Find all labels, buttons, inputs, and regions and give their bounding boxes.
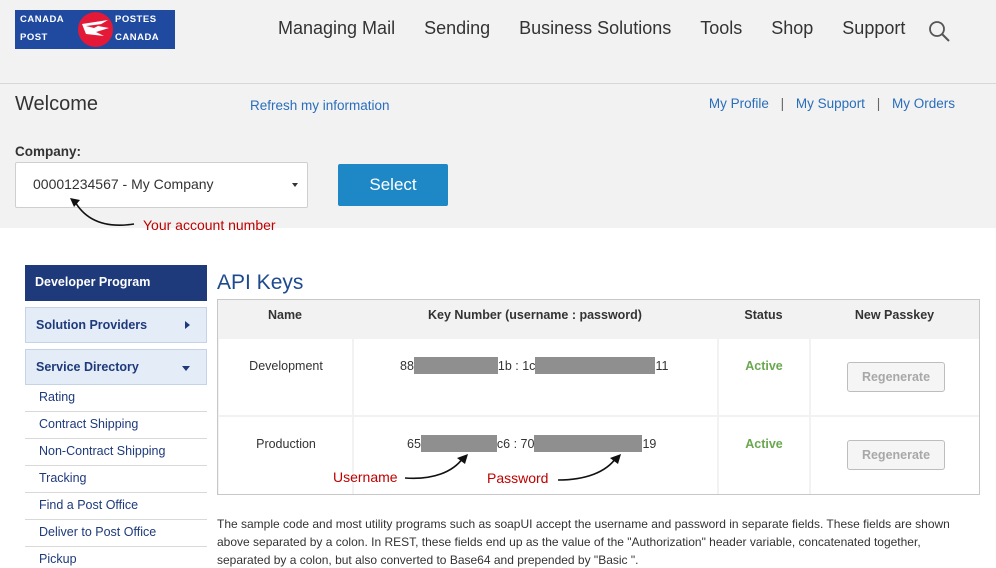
nav-item-tools[interactable]: Tools xyxy=(700,18,742,39)
canada-post-logo[interactable]: CANADA POST POSTES CANADA xyxy=(15,10,175,49)
key-middle: 1b : 1c xyxy=(497,359,536,373)
key-suffix: 19 xyxy=(642,437,657,451)
api-keys-description: The sample code and most utility program… xyxy=(217,517,950,567)
refresh-info-link[interactable]: Refresh my information xyxy=(250,98,390,113)
my-support-link[interactable]: My Support xyxy=(796,96,865,111)
company-select[interactable]: 00001234567 - My Company xyxy=(15,162,308,208)
redacted-block xyxy=(420,434,497,452)
company-label: Company: xyxy=(15,144,82,159)
sidebar-item-deliver-to-post-office[interactable]: Deliver to Post Office xyxy=(25,520,207,547)
nav-item-shop[interactable]: Shop xyxy=(771,18,813,39)
sidebar-item-contract-shipping[interactable]: Contract Shipping xyxy=(25,412,207,439)
select-button[interactable]: Select xyxy=(338,164,448,206)
table-cell xyxy=(719,339,809,415)
annotation-arrow-password-icon xyxy=(557,454,621,481)
link-separator: | xyxy=(780,96,785,111)
annotation-account-number: Your account number xyxy=(143,217,276,233)
column-header-key-number: Key Number (username : password) xyxy=(428,308,642,322)
annotation-arrow-username-icon xyxy=(404,454,468,480)
regenerate-button[interactable]: Regenerate xyxy=(847,440,945,470)
nav-item-support[interactable]: Support xyxy=(842,18,905,39)
key-number-development: 88 1b : 1c 11 xyxy=(400,356,669,374)
status-badge: Active xyxy=(745,437,783,451)
my-profile-link[interactable]: My Profile xyxy=(709,96,769,111)
sidebar-service-list: Rating Contract Shipping Non-Contract Sh… xyxy=(25,385,207,568)
key-middle: c6 : 70 xyxy=(496,437,535,451)
main-nav: Managing Mail Sending Business Solutions… xyxy=(278,18,934,39)
key-prefix: 65 xyxy=(407,437,421,451)
table-cell xyxy=(354,339,717,415)
nav-item-sending[interactable]: Sending xyxy=(424,18,490,39)
status-badge: Active xyxy=(745,359,783,373)
column-header-name: Name xyxy=(267,308,303,322)
sidebar-heading-developer-program[interactable]: Developer Program xyxy=(25,265,207,301)
company-select-value: 00001234567 - My Company xyxy=(25,174,222,194)
sidebar-item-label: Service Directory xyxy=(36,360,139,374)
column-header-new-passkey: New Passkey xyxy=(854,308,935,322)
sidebar-item-service-directory[interactable]: Service Directory xyxy=(25,349,207,385)
key-name-development: Development xyxy=(249,359,323,373)
eagle-emblem-icon xyxy=(78,12,113,47)
sidebar-item-find-post-office[interactable]: Find a Post Office xyxy=(25,493,207,520)
link-separator: | xyxy=(876,96,881,111)
account-links: My Profile | My Support | My Orders xyxy=(709,96,955,111)
key-name-production: Production xyxy=(256,437,316,451)
logo-text-postes: POSTES xyxy=(115,14,157,25)
search-icon[interactable] xyxy=(928,20,950,42)
redacted-block xyxy=(413,356,498,374)
page: CANADA POST POSTES CANADA Managing Mail … xyxy=(0,0,996,568)
nav-item-managing-mail[interactable]: Managing Mail xyxy=(278,18,395,39)
annotation-password: Password xyxy=(487,470,549,486)
welcome-title: Welcome xyxy=(15,93,98,115)
key-number-production: 65 c6 : 70 19 xyxy=(407,434,657,452)
chevron-right-icon xyxy=(185,321,190,329)
caret-down-icon xyxy=(292,183,298,187)
redacted-block xyxy=(534,434,643,452)
regenerate-button[interactable]: Regenerate xyxy=(847,362,945,392)
column-header-status: Status xyxy=(744,308,783,322)
key-suffix: 11 xyxy=(655,359,669,373)
api-keys-title: API Keys xyxy=(217,271,304,294)
logo-text-post: POST xyxy=(20,32,48,43)
chevron-down-icon xyxy=(182,366,190,371)
logo-text-canada-en: CANADA xyxy=(20,14,65,25)
annotation-username: Username xyxy=(333,469,398,485)
my-orders-link[interactable]: My Orders xyxy=(892,96,955,111)
nav-item-business-solutions[interactable]: Business Solutions xyxy=(519,18,671,39)
sidebar-item-pickup[interactable]: Pickup xyxy=(25,547,207,568)
logo-text-canada-fr: CANADA xyxy=(115,32,160,43)
sidebar-item-tracking[interactable]: Tracking xyxy=(25,466,207,493)
sidebar-item-label: Solution Providers xyxy=(36,318,148,332)
sidebar-item-non-contract-shipping[interactable]: Non-Contract Shipping xyxy=(25,439,207,466)
annotation-arrow-account-icon xyxy=(70,198,135,226)
key-prefix: 88 xyxy=(400,359,414,373)
table-cell xyxy=(219,339,352,415)
sidebar-item-rating[interactable]: Rating xyxy=(25,385,207,412)
redacted-block xyxy=(535,356,656,374)
sidebar-item-solution-providers[interactable]: Solution Providers xyxy=(25,307,207,343)
table-cell xyxy=(719,417,809,494)
